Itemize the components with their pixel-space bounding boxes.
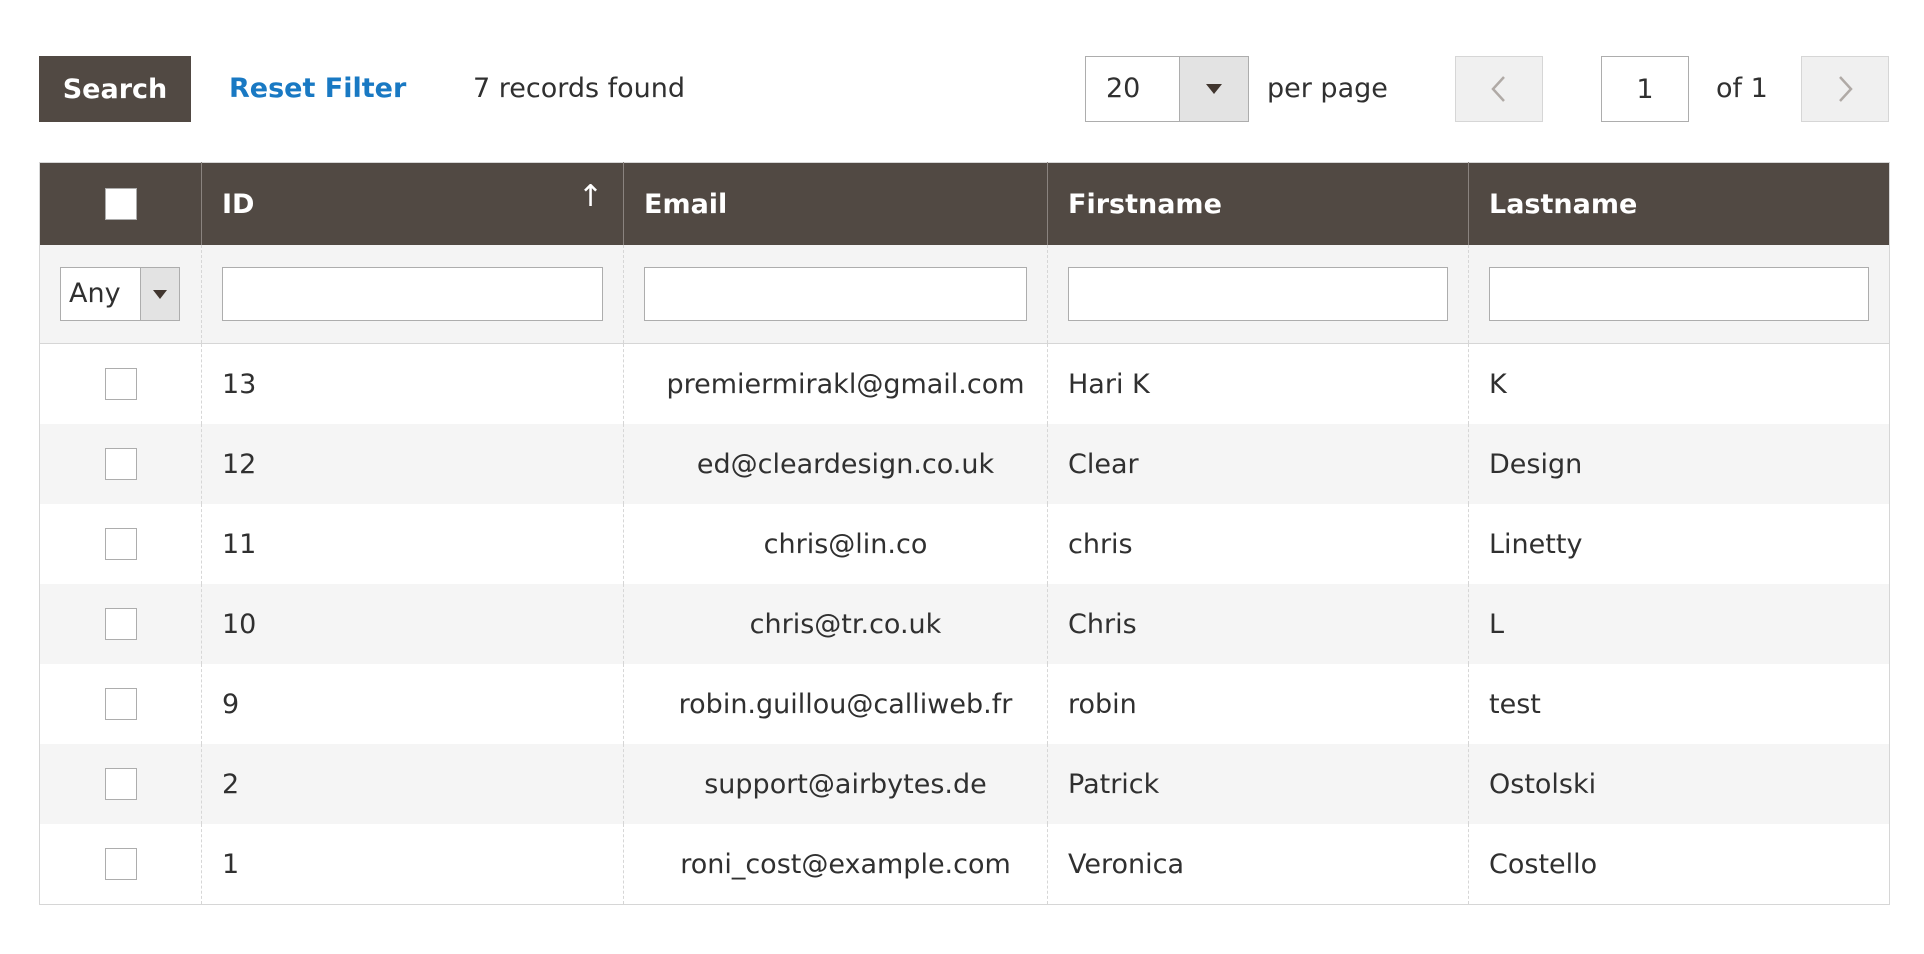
row-select-cell xyxy=(39,744,202,824)
cell-firstname: robin xyxy=(1047,664,1469,744)
caret-down-icon xyxy=(1206,84,1222,94)
cell-lastname: K xyxy=(1468,343,1890,424)
cell-id: 13 xyxy=(201,343,624,424)
filter-cell-firstname xyxy=(1047,245,1469,344)
cell-email: chris@lin.co xyxy=(623,504,1048,584)
row-select-cell xyxy=(39,504,202,584)
filter-id-input[interactable] xyxy=(222,267,603,321)
per-page-value: 20 xyxy=(1106,73,1141,104)
grid-filter-row: Any xyxy=(39,245,1890,344)
table-row[interactable]: 2 support@airbytes.de Patrick Ostolski xyxy=(39,744,1890,824)
cell-firstname: Hari K xyxy=(1047,343,1469,424)
filter-email-input[interactable] xyxy=(644,267,1027,321)
cell-firstname: Patrick xyxy=(1047,744,1469,824)
cell-id: 11 xyxy=(201,504,624,584)
cell-firstname: Chris xyxy=(1047,584,1469,664)
filter-cell-id xyxy=(201,245,624,344)
row-checkbox[interactable] xyxy=(104,688,137,721)
chevron-left-icon xyxy=(1491,76,1505,102)
row-select-cell xyxy=(39,424,202,504)
grid-toolbar: Search Reset Filter 7 records found 20 p… xyxy=(39,56,1889,122)
records-found-text: 7 records found xyxy=(473,73,686,104)
filter-firstname-input[interactable] xyxy=(1068,267,1448,321)
column-header-email[interactable]: Email xyxy=(623,162,1048,245)
search-button[interactable]: Search xyxy=(39,56,191,122)
table-row[interactable]: 1 roni_cost@example.com Veronica Costell… xyxy=(39,824,1890,905)
cell-email: ed@cleardesign.co.uk xyxy=(623,424,1048,504)
row-select-cell xyxy=(39,824,202,905)
filter-cell-email xyxy=(623,245,1048,344)
row-select-cell xyxy=(39,664,202,744)
cell-lastname: Design xyxy=(1468,424,1890,504)
cell-id: 10 xyxy=(201,584,624,664)
cell-firstname: Clear xyxy=(1047,424,1469,504)
cell-id: 12 xyxy=(201,424,624,504)
cell-email: support@airbytes.de xyxy=(623,744,1048,824)
caret-down-icon xyxy=(153,289,167,299)
filter-cell-lastname xyxy=(1468,245,1890,344)
table-row[interactable]: 9 robin.guillou@calliweb.fr robin test xyxy=(39,664,1890,744)
cell-firstname: chris xyxy=(1047,504,1469,584)
table-row[interactable]: 13 premiermirakl@gmail.com Hari K K xyxy=(39,343,1890,424)
chevron-right-icon xyxy=(1839,76,1853,102)
select-filter-dropdown[interactable]: Any xyxy=(60,267,180,321)
cell-lastname: L xyxy=(1468,584,1890,664)
per-page-select[interactable]: 20 xyxy=(1085,56,1249,122)
grid-header-row: ID ↑ Email Firstname Lastname xyxy=(39,162,1890,245)
row-checkbox[interactable] xyxy=(104,448,137,481)
select-all-checkbox[interactable] xyxy=(104,188,137,221)
cell-email: chris@tr.co.uk xyxy=(623,584,1048,664)
cell-lastname: Linetty xyxy=(1468,504,1890,584)
cell-id: 2 xyxy=(201,744,624,824)
customers-grid: ID ↑ Email Firstname Lastname Any 13 pre… xyxy=(39,162,1890,905)
cell-lastname: test xyxy=(1468,664,1890,744)
next-page-button[interactable] xyxy=(1801,56,1889,122)
table-row[interactable]: 12 ed@cleardesign.co.uk Clear Design xyxy=(39,424,1890,504)
sort-ascending-icon: ↑ xyxy=(577,179,603,214)
row-checkbox[interactable] xyxy=(104,848,137,881)
reset-filter-link[interactable]: Reset Filter xyxy=(229,56,406,122)
cell-email: premiermirakl@gmail.com xyxy=(623,343,1048,424)
row-checkbox[interactable] xyxy=(104,528,137,561)
row-select-cell xyxy=(39,584,202,664)
cell-firstname: Veronica xyxy=(1047,824,1469,905)
select-filter-toggle[interactable] xyxy=(140,268,179,320)
row-checkbox[interactable] xyxy=(104,768,137,801)
table-row[interactable]: 11 chris@lin.co chris Linetty xyxy=(39,504,1890,584)
table-row[interactable]: 10 chris@tr.co.uk Chris L xyxy=(39,584,1890,664)
previous-page-button[interactable] xyxy=(1455,56,1543,122)
column-header-id[interactable]: ID ↑ xyxy=(201,162,624,245)
column-header-id-label: ID xyxy=(222,188,255,220)
row-checkbox[interactable] xyxy=(104,368,137,401)
total-pages-text: of 1 xyxy=(1716,73,1768,104)
current-page-input[interactable] xyxy=(1601,56,1689,122)
cell-email: roni_cost@example.com xyxy=(623,824,1048,905)
cell-id: 1 xyxy=(201,824,624,905)
select-filter-value: Any xyxy=(69,278,121,309)
per-page-label: per page xyxy=(1267,73,1388,104)
column-header-lastname[interactable]: Lastname xyxy=(1468,162,1890,245)
cell-id: 9 xyxy=(201,664,624,744)
row-checkbox[interactable] xyxy=(104,608,137,641)
column-header-firstname[interactable]: Firstname xyxy=(1047,162,1469,245)
per-page-toggle-button[interactable] xyxy=(1179,57,1248,121)
filter-cell-select: Any xyxy=(39,245,202,344)
row-select-cell xyxy=(39,343,202,424)
cell-lastname: Ostolski xyxy=(1468,744,1890,824)
cell-email: robin.guillou@calliweb.fr xyxy=(623,664,1048,744)
cell-lastname: Costello xyxy=(1468,824,1890,905)
select-all-header xyxy=(39,162,202,245)
filter-lastname-input[interactable] xyxy=(1489,267,1869,321)
